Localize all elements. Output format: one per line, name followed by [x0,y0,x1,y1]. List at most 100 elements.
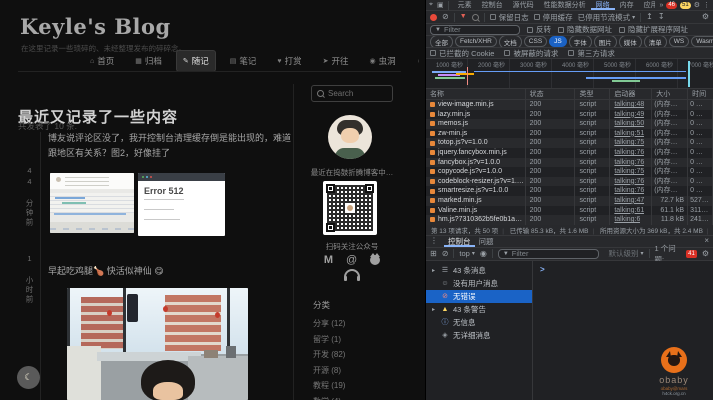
devtools-tab[interactable]: 性能数据分析 [539,0,591,10]
nav-item[interactable]: 关于 [411,51,419,71]
request-initiator-link[interactable]: talking:49 [614,110,644,120]
import-har-icon[interactable]: ↥ [646,13,653,21]
invert-checkbox[interactable]: 反转 [527,24,551,35]
category-link[interactable]: 数学 (4) [313,396,345,400]
disable-cache-checkbox[interactable]: 停用缓存 [534,12,573,23]
network-overview-timeline[interactable]: 1000 毫秒 2000 毫秒 3000 毫秒 4000 毫秒 5000 毫秒 … [426,59,713,89]
console-filter-item[interactable]: 无详细消息 [426,329,532,342]
filter-funnel-icon[interactable]: ▼ [460,13,467,21]
nav-item[interactable]: 首页 [84,51,120,71]
resource-type-pill[interactable]: Fetch/XHR [455,36,497,47]
column-header-type[interactable]: 类型 [575,89,610,99]
console-settings-gear-icon[interactable]: ⚙ [702,250,709,258]
console-filter-input[interactable]: ▼ Filter [498,249,599,259]
settings-gear-icon[interactable]: ⚙ [694,1,700,9]
column-header-initiator[interactable]: 启动器 [610,89,652,99]
console-sidebar-toggle-icon[interactable]: ⊞ [430,250,437,258]
request-row[interactable]: view-image.min.js 200 script talking:48 … [426,100,713,110]
request-initiator-link[interactable]: talking:61 [614,206,644,216]
inspect-element-icon[interactable]: ⌖ [429,1,433,9]
request-row[interactable]: fancybox.js?v=1.0.0 200 script talking:7… [426,158,713,168]
request-initiator-link[interactable]: talking:6 [614,215,640,225]
devtools-tab[interactable]: 应用 [639,0,656,10]
request-initiator-link[interactable]: talking:75 [614,138,644,148]
hide-data-urls-checkbox[interactable]: 隐藏数据网址 [558,24,612,35]
devtools-tab[interactable]: 源代码 [508,0,539,10]
export-har-icon[interactable]: ↧ [658,13,665,21]
more-tabs-icon[interactable]: » [659,2,663,9]
nav-item[interactable]: 虫洞 [363,51,401,71]
category-link[interactable]: 开发 (82) [313,349,345,360]
log-levels-select[interactable]: 默认级别 [609,248,644,259]
mastodon-icon[interactable]: M [324,254,333,266]
request-row[interactable]: totop.js?v=1.0.0 200 script talking:75 (… [426,138,713,148]
nav-item[interactable]: 开往 [317,51,355,71]
request-initiator-link[interactable]: talking:51 [614,129,644,139]
search-network-icon[interactable] [472,14,479,21]
device-toolbar-icon[interactable]: ▣ [437,1,444,9]
console-filter-item[interactable]: 没有用户消息 [426,277,532,290]
network-filter-input[interactable]: ▼ Filter [430,25,520,35]
warning-count-badge[interactable]: 51 [680,2,691,9]
attachment-screenshot-thumbnail[interactable] [50,173,134,233]
request-row[interactable]: Valine.min.js 200 script talking:61 61.1… [426,206,713,216]
request-row[interactable]: lazy.min.js 200 script talking:49 (内存缓存)… [426,110,713,120]
devtools-tab[interactable]: 网络 [591,0,615,10]
blocked-requests-checkbox[interactable]: 被屏蔽的请求 [504,48,558,59]
console-prompt-chevron[interactable]: > [540,265,545,274]
throttling-select[interactable]: 已停用节流模式 [578,12,636,23]
close-drawer-icon[interactable]: × [704,237,709,245]
issues-count-badge[interactable]: 41 [686,250,697,258]
resource-type-pill[interactable]: JS [549,36,567,47]
drawer-tab[interactable]: 问题 [475,236,498,247]
request-initiator-link[interactable]: talking:50 [614,119,644,129]
category-link[interactable]: 教程 (19) [313,380,345,391]
request-initiator-link[interactable]: talking:76 [614,186,644,196]
resource-type-pill[interactable]: 全部 [430,36,453,48]
search-input[interactable]: Search [311,85,393,102]
hide-extension-urls-checkbox[interactable]: 隐藏扩展程序网址 [619,24,688,35]
record-network-log-button[interactable] [430,14,437,21]
request-row[interactable]: copycode.js?v=1.0.0 200 script talking:7… [426,167,713,177]
column-header-name[interactable]: 名称 [426,89,526,99]
create-live-expression-eye-icon[interactable]: ◉ [480,250,487,258]
console-filter-item[interactable]: 无信息 [426,316,532,329]
request-row[interactable]: smartresize.js?v=1.0.0 200 script talkin… [426,186,713,196]
console-filter-item[interactable]: 43 条消息 [426,264,532,277]
drawer-tab[interactable]: 控制台 [444,236,475,247]
nav-item[interactable]: 打赏 [271,51,307,71]
avatar[interactable] [328,115,372,159]
resource-type-pill[interactable]: WS [669,36,689,47]
request-initiator-link[interactable]: talking:75 [614,167,644,177]
headphones-icon[interactable] [344,269,360,279]
nav-item[interactable]: 笔记 [224,51,263,71]
resource-type-pill[interactable]: 文档 [499,36,522,48]
nav-item[interactable]: 归档 [129,51,168,71]
attachment-error-page-thumbnail[interactable]: Error 512 [138,173,225,236]
resource-type-pill[interactable]: Wasm [691,36,713,47]
request-row[interactable]: jquery.fancybox.min.js 200 script talkin… [426,148,713,158]
request-row[interactable]: codeblock-resizer.js?v=1.0.0 200 script … [426,177,713,187]
third-party-checkbox[interactable]: 第三方请求 [568,48,615,59]
github-icon[interactable] [370,255,380,265]
request-initiator-link[interactable]: talking:47 [614,196,644,206]
clear-console-icon[interactable]: ⊘ [442,250,449,258]
console-messages-pane[interactable]: > obaby obaby@mars h4ck.org.cn [533,261,713,400]
nav-item[interactable]: 随记 [177,51,215,71]
request-row[interactable]: marked.min.js 200 script talking:47 72.7… [426,196,713,206]
execution-context-select[interactable]: top [459,249,474,258]
category-link[interactable]: 分享 (12) [313,318,345,329]
resource-type-pill[interactable]: 清单 [644,36,667,48]
resource-type-pill[interactable]: 字体 [569,36,592,48]
column-header-time[interactable]: 时间 [688,89,713,99]
network-settings-gear-icon[interactable]: ⚙ [702,13,709,21]
request-initiator-link[interactable]: talking:76 [614,177,644,187]
category-link[interactable]: 开源 (8) [313,365,345,376]
devtools-tab[interactable]: 内存 [615,0,639,10]
clear-network-log-icon[interactable]: ⊘ [442,13,449,21]
console-filter-item[interactable]: 43 条警告 [426,303,532,316]
resource-type-pill[interactable]: 图片 [594,36,617,48]
blocked-cookies-checkbox[interactable]: 已拦截的 Cookie [430,48,494,59]
request-initiator-link[interactable]: talking:48 [614,100,644,110]
column-header-size[interactable]: 大小 [652,89,688,99]
